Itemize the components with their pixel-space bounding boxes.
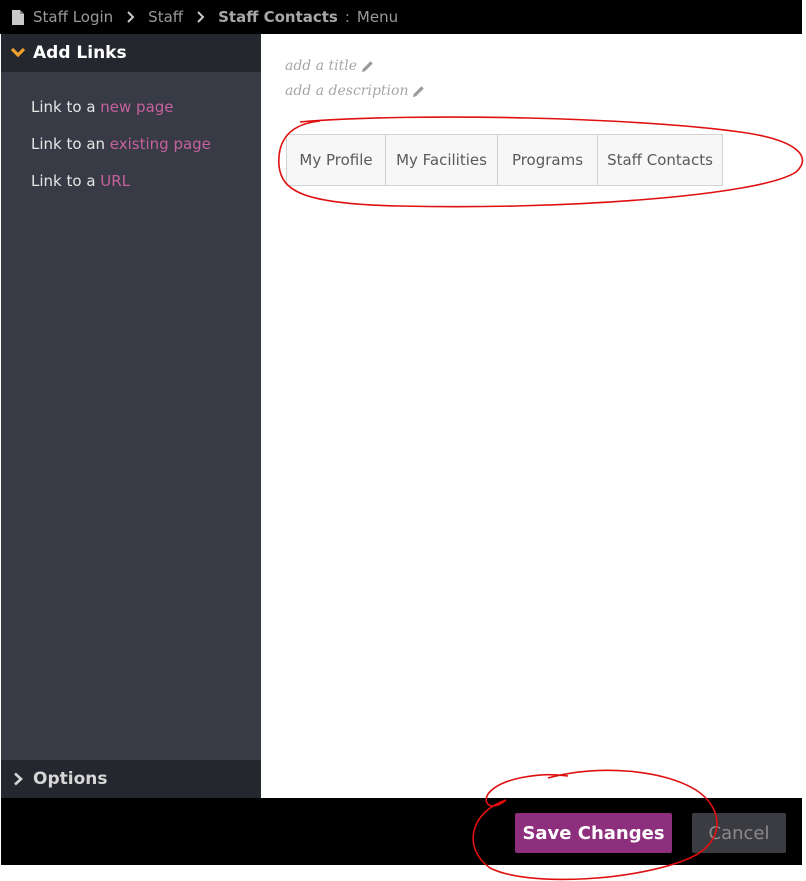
- title-field[interactable]: add a title: [285, 58, 374, 74]
- menu-item-my-profile[interactable]: My Profile: [287, 135, 386, 185]
- link-prefix: Link to an: [31, 135, 110, 153]
- menu-editor: add a title add a description My Profile…: [261, 34, 802, 798]
- options-title: Options: [33, 769, 108, 789]
- chevron-right-icon: [127, 11, 135, 23]
- description-field[interactable]: add a description: [285, 83, 425, 99]
- link-to-existing-page: Link to an existing page: [31, 135, 261, 172]
- link-prefix: Link to a: [31, 98, 101, 116]
- link-to-url: Link to a URL: [31, 172, 261, 209]
- link-prefix: Link to a: [31, 172, 101, 190]
- existing-page-link[interactable]: existing page: [110, 135, 211, 153]
- breadcrumb: Staff Login Staff Staff Contacts : Menu: [0, 0, 802, 34]
- chevron-down-icon: [10, 47, 26, 58]
- new-page-link[interactable]: new page: [100, 98, 173, 116]
- action-bar: Save Changes Cancel: [1, 798, 802, 865]
- url-link[interactable]: URL: [100, 172, 130, 190]
- chevron-right-icon: [197, 11, 205, 23]
- chevron-right-icon: [14, 772, 23, 786]
- sidebar: Add Links Link to a new page Link to an …: [1, 34, 261, 798]
- save-changes-button[interactable]: Save Changes: [515, 813, 672, 853]
- menu-item-staff-contacts[interactable]: Staff Contacts: [598, 135, 722, 185]
- cancel-button[interactable]: Cancel: [692, 813, 786, 853]
- add-links-panel-header[interactable]: Add Links: [1, 34, 261, 72]
- description-placeholder[interactable]: add a description: [285, 83, 408, 99]
- breadcrumb-separator: :: [344, 8, 350, 26]
- link-to-new-page: Link to a new page: [31, 98, 261, 135]
- pencil-icon[interactable]: [361, 60, 374, 73]
- document-icon: [12, 9, 24, 25]
- menu-bar: My Profile My Facilities Programs Staff …: [286, 134, 723, 186]
- options-panel-header[interactable]: Options: [1, 760, 261, 798]
- breadcrumb-suffix: Menu: [356, 8, 399, 26]
- pencil-icon[interactable]: [412, 85, 425, 98]
- breadcrumb-item-staff-login[interactable]: Staff Login: [33, 8, 113, 26]
- add-links-list: Link to a new page Link to an existing p…: [1, 72, 261, 209]
- add-links-title: Add Links: [33, 43, 127, 63]
- menu-item-my-facilities[interactable]: My Facilities: [386, 135, 498, 185]
- title-placeholder[interactable]: add a title: [285, 58, 357, 74]
- breadcrumb-item-staff[interactable]: Staff: [148, 8, 183, 26]
- breadcrumb-current: Staff Contacts: [218, 8, 338, 26]
- menu-item-programs[interactable]: Programs: [498, 135, 598, 185]
